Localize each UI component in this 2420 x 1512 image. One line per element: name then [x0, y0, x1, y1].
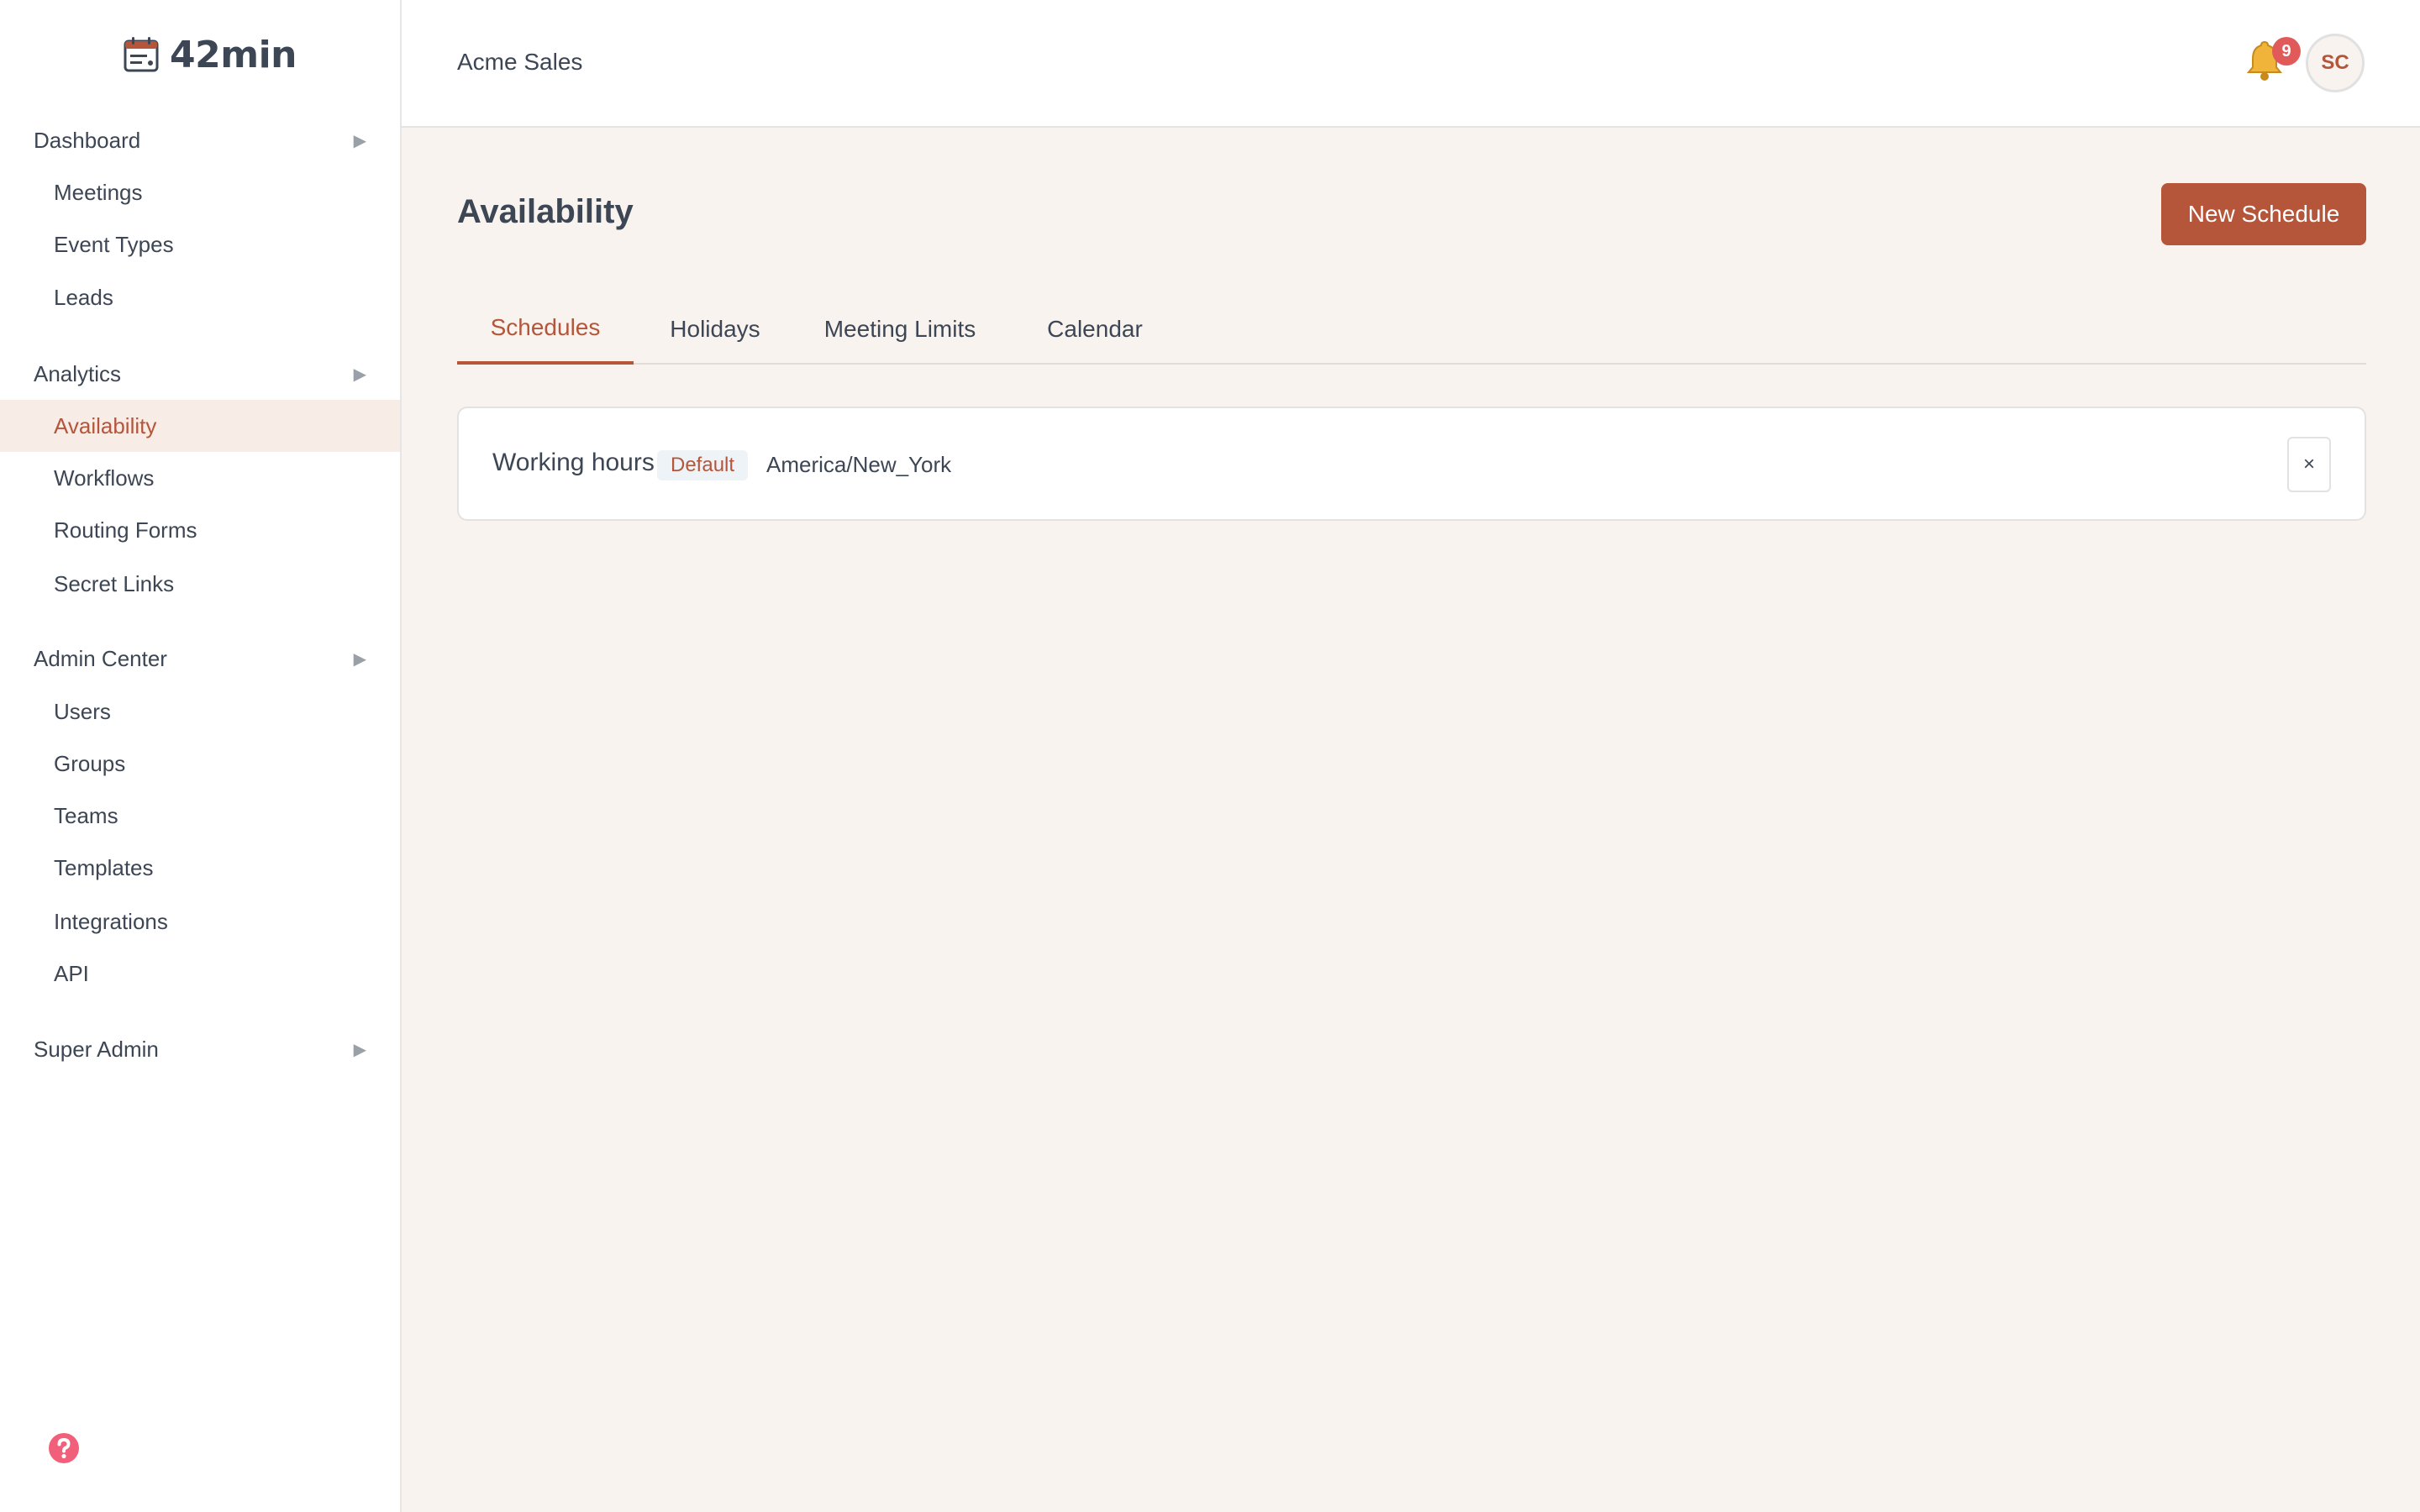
schedule-timezone: America/New_York — [766, 452, 952, 477]
tab-label: Calendar — [1047, 316, 1143, 342]
sidebar-item-label: Templates — [54, 854, 154, 880]
sidebar-item-label: Event Types — [54, 231, 174, 257]
schedule-card[interactable]: Working hours Default America/New_York × — [457, 407, 2366, 521]
sidebar-item-meetings[interactable]: Meetings — [0, 166, 400, 218]
sidebar-item-templates[interactable]: Templates — [0, 842, 400, 894]
tab-meeting-limits[interactable]: Meeting Limits — [802, 294, 998, 365]
default-badge: Default — [657, 450, 749, 480]
chevron-right-icon: ▶ — [353, 1040, 366, 1059]
chevron-right-icon: ▶ — [353, 131, 366, 150]
nav-section-label: Super Admin — [34, 1036, 159, 1062]
sidebar-item-api[interactable]: API — [0, 948, 400, 1000]
help-icon[interactable] — [47, 1431, 81, 1465]
sidebar-item-label: Workflows — [54, 465, 155, 491]
sidebar-item-event-types[interactable]: Event Types — [0, 218, 400, 270]
sidebar-item-users[interactable]: Users — [0, 685, 400, 738]
sidebar-item-label: Teams — [54, 802, 118, 828]
notification-count-badge: 9 — [2272, 37, 2301, 66]
sidebar-item-label: Users — [54, 698, 111, 724]
sidebar-item-label: Routing Forms — [54, 517, 197, 543]
brand-logo[interactable]: 42min — [123, 34, 297, 76]
nav-section-label: Dashboard — [34, 127, 141, 153]
new-schedule-button[interactable]: New Schedule — [2161, 183, 2366, 245]
organization-name[interactable]: Acme Sales — [457, 49, 582, 76]
brand-name: 42min — [170, 33, 297, 76]
sidebar-item-groups[interactable]: Groups — [0, 738, 400, 790]
sidebar-item-label: Groups — [54, 750, 126, 776]
sidebar-item-label: Availability — [54, 412, 157, 438]
chevron-right-icon: ▶ — [353, 365, 366, 384]
tab-bar: Schedules Holidays Meeting Limits Calend… — [457, 294, 2366, 365]
tab-schedules[interactable]: Schedules — [457, 294, 634, 365]
sidebar-item-leads[interactable]: Leads — [0, 271, 400, 323]
sidebar-item-routing-forms[interactable]: Routing Forms — [0, 504, 400, 556]
tab-label: Holidays — [670, 316, 760, 342]
sidebar-item-label: Meetings — [54, 179, 143, 205]
sidebar-item-secret-links[interactable]: Secret Links — [0, 558, 400, 610]
sidebar-item-label: Integrations — [54, 908, 168, 934]
sidebar-item-label: Leads — [54, 284, 113, 310]
delete-schedule-button[interactable]: × — [2287, 437, 2331, 492]
user-avatar[interactable]: SC — [2306, 34, 2365, 92]
tab-label: Schedules — [490, 314, 601, 340]
close-icon: × — [2302, 453, 2315, 475]
page-title: Availability — [457, 193, 634, 230]
nav-section-dashboard[interactable]: Dashboard ▶ — [0, 115, 400, 165]
top-bar: Acme Sales 9 SC — [402, 0, 2420, 128]
calendar-logo-icon — [124, 37, 159, 72]
tab-holidays[interactable]: Holidays — [657, 294, 773, 365]
chevron-right-icon: ▶ — [353, 649, 366, 669]
nav-section-label: Analytics — [34, 360, 122, 386]
sidebar-item-label: Secret Links — [54, 570, 175, 596]
schedule-name[interactable]: Working hours — [492, 449, 655, 477]
sidebar-item-label: API — [54, 960, 89, 986]
sidebar-item-availability[interactable]: Availability — [0, 400, 400, 452]
sidebar: 42min Dashboard ▶ Meetings Event Types L… — [0, 0, 402, 1512]
nav-section-label: Admin Center — [34, 645, 167, 671]
nav-section-analytics[interactable]: Analytics ▶ — [0, 349, 400, 399]
tab-calendar[interactable]: Calendar — [1034, 294, 1156, 365]
sidebar-item-teams[interactable]: Teams — [0, 790, 400, 842]
nav-section-super-admin[interactable]: Super Admin ▶ — [0, 1024, 400, 1074]
sidebar-item-integrations[interactable]: Integrations — [0, 895, 400, 948]
tab-label: Meeting Limits — [823, 316, 976, 342]
nav-section-admin-center[interactable]: Admin Center ▶ — [0, 633, 400, 684]
sidebar-item-workflows[interactable]: Workflows — [0, 452, 400, 504]
